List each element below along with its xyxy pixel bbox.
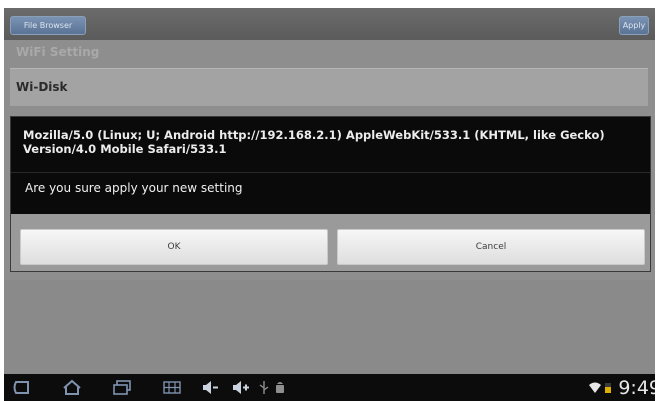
confirm-dialog: Mozilla/5.0 (Linux; U; Android http://19… bbox=[10, 116, 651, 272]
screenshot-icon[interactable] bbox=[162, 379, 182, 396]
empty-content-area bbox=[4, 280, 655, 374]
dialog-button-bar: OK Cancel bbox=[11, 214, 650, 271]
volume-up-icon[interactable] bbox=[230, 379, 250, 396]
android-screen: File Browser Apply WiFi Setting Wi-Disk … bbox=[4, 8, 655, 401]
wifi-icon bbox=[589, 382, 601, 393]
app-top-bar: File Browser Apply bbox=[4, 8, 655, 40]
clock: 9:49 bbox=[618, 377, 655, 399]
back-icon[interactable] bbox=[12, 379, 32, 396]
wi-disk-row[interactable]: Wi-Disk bbox=[10, 68, 648, 106]
system-bar: 9:49 bbox=[4, 374, 655, 401]
ok-button[interactable]: OK bbox=[20, 229, 328, 265]
recent-apps-icon[interactable] bbox=[112, 379, 132, 396]
apply-button[interactable]: Apply bbox=[619, 16, 649, 35]
wi-disk-label: Wi-Disk bbox=[16, 80, 68, 94]
dialog-message: Are you sure apply your new setting bbox=[25, 181, 243, 195]
file-browser-button[interactable]: File Browser bbox=[10, 16, 86, 35]
cancel-button[interactable]: Cancel bbox=[337, 229, 645, 265]
battery-icon bbox=[605, 383, 611, 393]
android-debug-icon bbox=[276, 382, 284, 393]
dialog-divider bbox=[11, 172, 650, 173]
wifi-setting-heading: WiFi Setting bbox=[16, 45, 100, 59]
dialog-title: Mozilla/5.0 (Linux; U; Android http://19… bbox=[23, 128, 605, 156]
usb-icon bbox=[259, 381, 269, 394]
volume-down-icon[interactable] bbox=[200, 379, 220, 396]
home-icon[interactable] bbox=[62, 379, 82, 396]
